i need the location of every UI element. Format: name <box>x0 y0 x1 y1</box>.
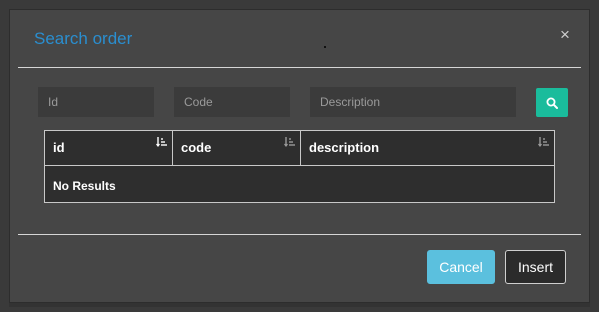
column-header-code[interactable]: code <box>173 131 301 165</box>
search-icon <box>546 97 558 109</box>
dialog-title: Search order <box>34 29 133 48</box>
table-header: id code description <box>45 131 554 166</box>
sort-icon[interactable] <box>538 136 549 147</box>
column-header-description[interactable]: description <box>301 131 554 165</box>
header-divider <box>18 67 581 68</box>
code-filter-input[interactable] <box>174 87 290 117</box>
column-header-id[interactable]: id <box>45 131 173 165</box>
search-button[interactable] <box>536 88 568 117</box>
results-table: id code description No Results <box>44 130 555 203</box>
dialog-header: Search order × <box>10 10 589 67</box>
description-filter-input[interactable] <box>310 87 516 117</box>
empty-results-message: No Results <box>53 179 116 193</box>
modal-shadow <box>9 303 590 307</box>
insert-button[interactable]: Insert <box>505 250 566 284</box>
close-icon[interactable]: × <box>555 24 575 46</box>
column-label: code <box>181 140 212 155</box>
column-label: description <box>309 140 380 155</box>
footer-divider <box>18 234 581 235</box>
sort-icon[interactable] <box>284 136 295 147</box>
sort-ascending-icon[interactable] <box>156 136 167 147</box>
cancel-button[interactable]: Cancel <box>427 250 495 284</box>
id-filter-input[interactable] <box>38 87 154 117</box>
stray-dot <box>324 46 326 48</box>
search-order-dialog: Search order × id code <box>9 9 590 303</box>
column-label: id <box>53 140 65 155</box>
